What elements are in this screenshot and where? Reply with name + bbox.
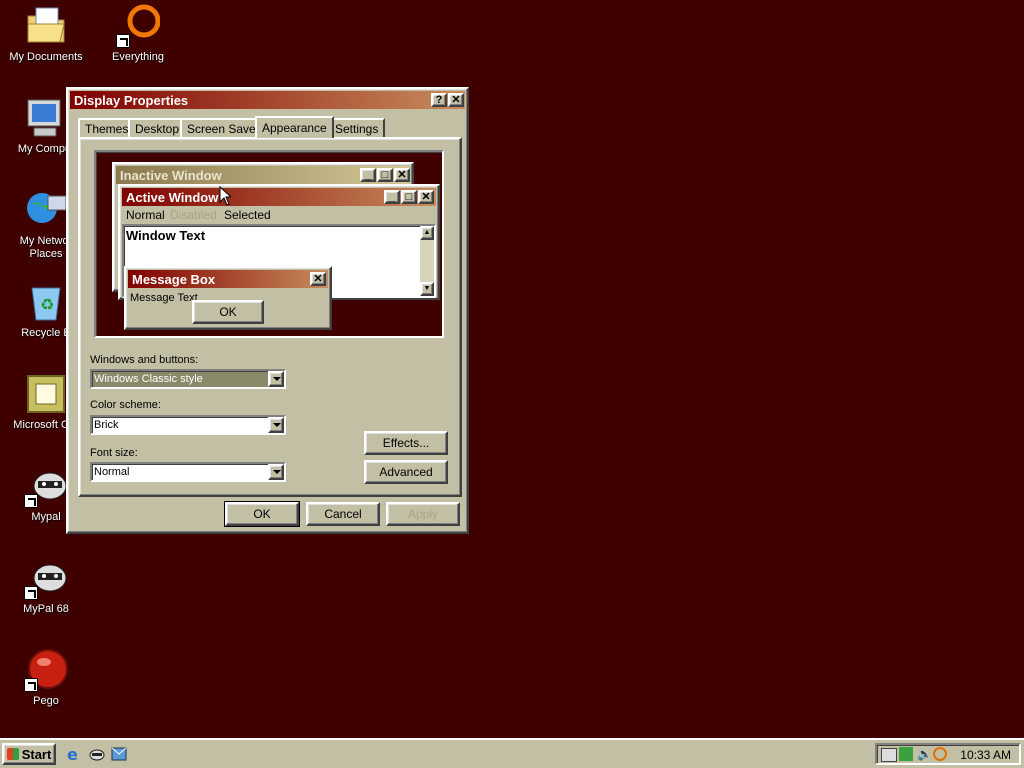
windows-buttons-select[interactable]: Windows Classic style [90, 369, 286, 389]
close-icon: ✕ [394, 168, 410, 182]
windows-buttons-value: Windows Classic style [94, 373, 203, 385]
message-box-title: Message Box [132, 271, 216, 287]
help-button[interactable]: ? [431, 93, 447, 107]
desktop-icon-pego[interactable]: Pego [0, 648, 92, 708]
computer-icon [24, 96, 68, 140]
message-box-text: Message Text [130, 292, 198, 304]
network-status-icon[interactable] [899, 747, 913, 761]
desktop-icon-everything[interactable]: Everything [92, 4, 184, 64]
scroll-up-icon: ▲ [420, 226, 434, 240]
color-scheme-select[interactable]: Brick [90, 415, 286, 435]
search-icon[interactable] [933, 747, 947, 761]
inactive-window-title: Inactive Window [120, 167, 222, 183]
font-size-select[interactable]: Normal [90, 462, 286, 482]
tab-appearance[interactable]: Appearance [255, 116, 334, 138]
tab-desktop[interactable]: Desktop [128, 118, 187, 138]
minimize-icon: _ [360, 168, 376, 182]
tab-themes[interactable]: Themes [78, 118, 136, 138]
message-box-titlebar: Message Box ✕ [128, 270, 328, 288]
dialog-titlebar[interactable]: Display Properties ? ✕ [70, 91, 465, 109]
icon-label: MyPal 68 [23, 603, 69, 615]
clock[interactable]: 10:33 AM [960, 748, 1011, 762]
display-properties-dialog: Display Properties ? ✕ Themes Desktop Sc… [66, 87, 469, 534]
start-label: Start [21, 746, 52, 762]
svg-text:♻: ♻ [40, 295, 54, 314]
taskbar: Start e 🔈 10:33 AM [0, 738, 1024, 768]
active-window-title: Active Window [126, 189, 219, 205]
start-button[interactable]: Start [2, 743, 56, 765]
internet-explorer-icon[interactable]: e [66, 745, 84, 764]
color-scheme-value: Brick [94, 419, 119, 431]
chevron-down-icon[interactable] [268, 371, 284, 387]
outlook-icon [24, 372, 68, 416]
raccoon-icon [24, 464, 68, 508]
preview-menu-normal: Normal [126, 208, 165, 222]
network-icon [24, 188, 68, 232]
maximize-icon: □ [377, 168, 393, 182]
appearance-preview: Inactive Window _ □ ✕ Active Window _ □ … [94, 150, 444, 338]
dialog-title: Display Properties [74, 92, 189, 108]
chevron-down-icon[interactable] [268, 417, 284, 433]
icon-label: My Documents [9, 51, 83, 63]
preview-menu-selected: Selected [224, 208, 271, 222]
preview-scrollbar: ▲ ▼ [420, 226, 434, 296]
mypal-quicklaunch-icon[interactable] [88, 745, 106, 763]
icon-label: Everything [112, 51, 164, 63]
keyboard-icon[interactable] [881, 748, 897, 762]
pego-icon [24, 648, 68, 692]
message-box-ok-button: OK [192, 300, 264, 324]
windows-logo-icon [6, 748, 19, 760]
recycle-bin-icon: ♻ [24, 280, 68, 324]
effects-button[interactable]: Effects... [364, 431, 448, 455]
desktop-icon-my-documents[interactable]: My Documents [0, 4, 92, 64]
maximize-icon: □ [401, 190, 417, 204]
cancel-button[interactable]: Cancel [306, 502, 380, 526]
color-scheme-label: Color scheme: [90, 399, 161, 411]
advanced-button[interactable]: Advanced [364, 460, 448, 484]
inactive-window-titlebar: Inactive Window _ □ ✕ [116, 166, 410, 184]
volume-icon[interactable]: 🔈 [917, 747, 932, 761]
font-size-value: Normal [94, 466, 130, 478]
svg-text:e: e [67, 745, 78, 763]
apply-button[interactable]: Apply [386, 502, 460, 526]
active-window-titlebar: Active Window _ □ ✕ [122, 188, 436, 206]
outlook-express-icon[interactable] [110, 745, 128, 763]
scroll-down-icon: ▼ [420, 282, 434, 296]
system-tray: 🔈 10:33 AM [875, 743, 1021, 765]
everything-ring-icon [116, 4, 161, 48]
close-button[interactable]: ✕ [448, 93, 464, 107]
ok-button[interactable]: OK [224, 501, 300, 527]
close-icon: ✕ [418, 190, 434, 204]
folder-documents-icon [24, 4, 68, 48]
minimize-icon: _ [384, 190, 400, 204]
shortcut-arrow-icon [24, 678, 38, 692]
icon-label: Pego [33, 695, 59, 707]
chevron-down-icon[interactable] [268, 464, 284, 480]
desktop-icon-mypal-68[interactable]: MyPal 68 [0, 556, 92, 616]
tab-settings[interactable]: Settings [328, 118, 386, 138]
preview-window-text: Window Text [126, 228, 206, 243]
shortcut-arrow-icon [24, 586, 38, 600]
font-size-label: Font size: [90, 447, 138, 459]
shortcut-arrow-icon [116, 34, 130, 48]
raccoon-icon [24, 556, 68, 600]
mouse-cursor-icon [219, 186, 231, 206]
close-icon: ✕ [310, 272, 326, 286]
tab-screen-saver[interactable]: Screen Saver [180, 118, 267, 138]
shortcut-arrow-icon [24, 494, 38, 508]
windows-buttons-label: Windows and buttons: [90, 354, 199, 366]
preview-menu-disabled: Disabled [170, 208, 217, 222]
preview-message-box: Message Box ✕ Message Text OK [124, 266, 332, 330]
